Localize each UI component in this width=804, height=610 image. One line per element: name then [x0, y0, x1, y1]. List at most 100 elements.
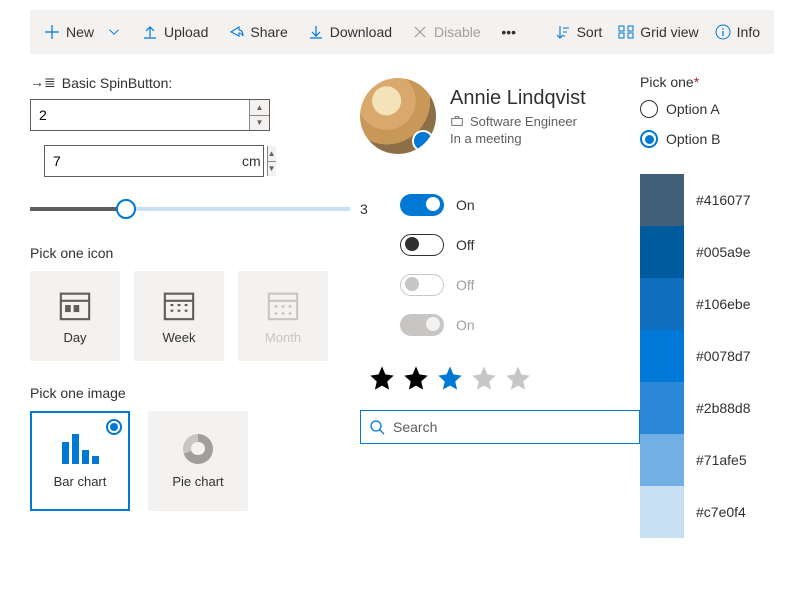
radio-option-b[interactable]: Option B [640, 130, 770, 148]
swatch-row[interactable]: #0078d7 [640, 330, 770, 382]
download-label: Download [330, 24, 392, 40]
toggle-row-3: Off [400, 274, 670, 296]
share-label: Share [250, 24, 287, 40]
grid-icon [618, 24, 634, 40]
radio-option-a[interactable]: Option A [640, 100, 770, 118]
star-icon[interactable] [402, 364, 430, 392]
slider[interactable] [30, 195, 350, 223]
avatar [360, 78, 436, 154]
radio-indicator-icon [106, 419, 122, 435]
toggle-3 [400, 274, 444, 296]
swatch-label: #0078d7 [696, 348, 751, 364]
toggle-4 [400, 314, 444, 336]
search-input[interactable] [393, 419, 631, 435]
required-asterisk: * [694, 74, 699, 90]
chevron-down-icon [106, 24, 122, 40]
toggles: On Off Off On [360, 194, 670, 336]
spin-down-icon[interactable]: ▼ [268, 161, 276, 177]
swatch-row[interactable]: #416077 [640, 174, 770, 226]
spin-up-icon[interactable]: ▲ [268, 146, 276, 161]
sort-label: Sort [577, 24, 603, 40]
new-button[interactable]: New [36, 10, 130, 54]
radio-a[interactable] [640, 100, 658, 118]
spin-label-row: →≣ Basic SpinButton: [30, 74, 390, 91]
right-column: Pick one* Option A Option B #416077 #005… [640, 74, 770, 538]
radio-b[interactable] [640, 130, 658, 148]
swatch-label: #106ebe [696, 296, 751, 312]
spin-down-icon[interactable]: ▼ [250, 115, 269, 131]
swatch-icon [640, 434, 684, 486]
info-button[interactable]: Info [707, 10, 768, 54]
icon-choice-day[interactable]: Day [30, 271, 120, 361]
grid-view-button[interactable]: Grid view [610, 10, 706, 54]
upload-label: Upload [164, 24, 208, 40]
color-swatches: #416077 #005a9e #106ebe #0078d7 #2b88d8 … [640, 174, 770, 538]
middle-column: Annie Lindqvist Software Engineer In a m… [360, 74, 670, 538]
calendar-month-icon [266, 288, 300, 322]
toggle-2-label: Off [456, 237, 474, 253]
info-icon [715, 24, 731, 40]
search-icon [369, 419, 385, 435]
spin-unit[interactable]: cm ▲ ▼ [44, 145, 264, 177]
info-label: Info [737, 24, 760, 40]
toggle-4-label: On [456, 317, 475, 333]
search-box[interactable] [360, 410, 640, 444]
swatch-row[interactable]: #005a9e [640, 226, 770, 278]
icon-choice-day-label: Day [63, 330, 86, 345]
icon-choice-week[interactable]: Week [134, 271, 224, 361]
image-choice-label: Pick one image [30, 385, 390, 401]
bar-chart-icon [62, 434, 99, 464]
upload-button[interactable]: Upload [134, 10, 216, 54]
star-icon[interactable] [504, 364, 532, 392]
toggle-1[interactable] [400, 194, 444, 216]
image-choice-pie-label: Pie chart [172, 474, 223, 489]
spin-unit-arrows: ▲ ▼ [267, 146, 276, 176]
indent-icon: →≣ [30, 74, 56, 91]
swatch-row[interactable]: #2b88d8 [640, 382, 770, 434]
radio-b-label: Option B [666, 131, 720, 147]
star-icon[interactable] [436, 364, 464, 392]
icon-choice-week-label: Week [163, 330, 196, 345]
icon-choices: Day Week Month [30, 271, 390, 361]
disable-label: Disable [434, 24, 481, 40]
overflow-button[interactable]: ••• [493, 10, 525, 54]
left-column: →≣ Basic SpinButton: ▲ ▼ cm ▲ ▼ 3 [30, 74, 390, 538]
calendar-day-icon [58, 288, 92, 322]
sort-icon [555, 24, 571, 40]
toggle-row-4: On [400, 314, 670, 336]
toggle-row-1: On [400, 194, 670, 216]
spin-basic-input[interactable] [31, 100, 249, 130]
star-icon[interactable] [368, 364, 396, 392]
swatch-row[interactable]: #106ebe [640, 278, 770, 330]
image-choice-pie[interactable]: Pie chart [148, 411, 248, 511]
swatch-icon [640, 174, 684, 226]
icon-choice-month: Month [238, 271, 328, 361]
swatch-icon [640, 486, 684, 538]
star-icon[interactable] [470, 364, 498, 392]
toggle-2[interactable] [400, 234, 444, 256]
grid-view-label: Grid view [640, 24, 698, 40]
image-choice-bar[interactable]: Bar chart [30, 411, 130, 511]
spin-label: Basic SpinButton: [62, 75, 173, 91]
icon-choice-month-label: Month [265, 330, 301, 345]
slider-thumb[interactable] [116, 199, 136, 219]
swatch-row[interactable]: #c7e0f4 [640, 486, 770, 538]
download-button[interactable]: Download [300, 10, 400, 54]
swatch-row[interactable]: #71afe5 [640, 434, 770, 486]
persona: Annie Lindqvist Software Engineer In a m… [360, 78, 670, 154]
swatch-icon [640, 226, 684, 278]
persona-role: Software Engineer [470, 114, 577, 129]
toggle-row-2: Off [400, 234, 670, 256]
persona-role-row: Software Engineer [450, 114, 586, 129]
spin-unit-input[interactable] [45, 146, 242, 176]
icon-choice-label: Pick one icon [30, 245, 390, 261]
slider-row: 3 [30, 195, 390, 223]
share-button[interactable]: Share [220, 10, 295, 54]
more-icon: ••• [501, 24, 517, 40]
sort-button[interactable]: Sort [547, 10, 611, 54]
spin-basic[interactable]: ▲ ▼ [30, 99, 270, 131]
spin-unit-suffix: cm [242, 146, 267, 176]
spin-up-icon[interactable]: ▲ [250, 100, 269, 115]
rating[interactable] [360, 364, 670, 392]
swatch-icon [640, 382, 684, 434]
